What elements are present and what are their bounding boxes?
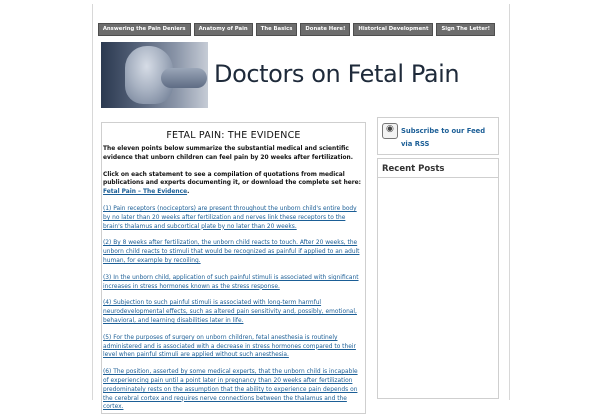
evidence-point-6[interactable]: (6) The position, asserted by some medic… [102, 368, 365, 412]
rss-icon[interactable]: ◉ [382, 123, 398, 139]
nav-historical-development[interactable]: Historical Development [353, 23, 434, 36]
header-hand-image [101, 42, 208, 108]
site-title[interactable]: Doctors on Fetal Pain [214, 60, 460, 88]
recent-posts-title: Recent Posts [382, 164, 445, 174]
nav-answering-pain-deniers[interactable]: Answering the Pain Deniers [97, 23, 191, 36]
nav-the-basics[interactable]: The Basics [255, 23, 298, 36]
evidence-point-4[interactable]: (4) Subjection to such painful stimuli i… [102, 299, 365, 325]
rss-widget: ◉ Subscribe to our Feed via RSS [377, 117, 499, 155]
evidence-point-3[interactable]: (3) In the unborn child, application of … [102, 274, 365, 292]
page-container: Answering the Pain Deniers Anatomy of Pa… [92, 4, 510, 414]
nav-anatomy-of-pain[interactable]: Anatomy of Pain [193, 23, 253, 36]
evidence-point-2[interactable]: (2) By 8 weeks after fertilization, the … [102, 239, 365, 265]
site-header: Doctors on Fetal Pain [101, 42, 497, 112]
recent-posts-list [377, 178, 499, 399]
arm-shape [161, 68, 207, 88]
intro-paragraph: The eleven points below summarize the su… [103, 146, 353, 161]
download-end: . [187, 189, 190, 196]
sidebar: ◉ Subscribe to our Feed via RSS Recent P… [377, 117, 499, 399]
page-title: FETAL PAIN: THE EVIDENCE [166, 130, 301, 141]
evidence-point-5[interactable]: (5) For the purposes of surgery on unbor… [102, 334, 365, 360]
nav-donate-here[interactable]: Donate Here! [300, 23, 351, 36]
recent-posts-header: Recent Posts [377, 158, 499, 178]
rss-subscribe-link[interactable]: Subscribe to our Feed via RSS [401, 125, 497, 151]
main-content: FETAL PAIN: THE EVIDENCE The eleven poin… [101, 122, 366, 414]
rss-glyph: ◉ [386, 124, 394, 134]
nav-sign-the-letter[interactable]: Sign The Letter! [436, 23, 495, 36]
fetal-pain-evidence-link[interactable]: Fetal Pain – The Evidence [103, 189, 187, 195]
download-paragraph: Click on each statement to see a compila… [102, 171, 365, 197]
top-navigation: Answering the Pain Deniers Anatomy of Pa… [97, 23, 495, 36]
download-text: Click on each statement to see a compila… [103, 171, 362, 187]
evidence-point-1[interactable]: (1) Pain receptors (nociceptors) are pre… [102, 205, 365, 231]
